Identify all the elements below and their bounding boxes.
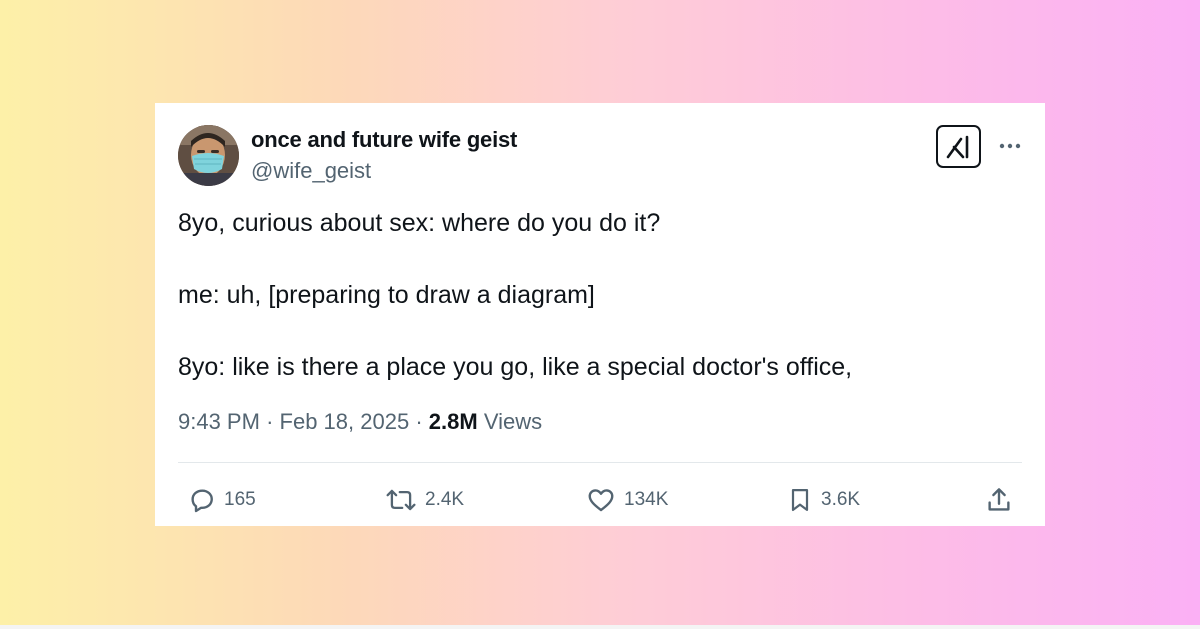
more-button[interactable] <box>995 131 1025 161</box>
repost-icon <box>386 489 416 511</box>
grok-button[interactable] <box>936 125 981 168</box>
tweet-time[interactable]: 9:43 PM <box>178 409 260 434</box>
views-count: 2.8M <box>428 409 478 434</box>
reply-button[interactable]: 165 <box>187 485 256 515</box>
reply-count: 165 <box>224 489 256 510</box>
tweet-card: once and future wife geist @wife_geist 8… <box>155 103 1045 526</box>
like-count: 134K <box>624 489 669 510</box>
more-icon <box>999 143 1021 149</box>
user-handle[interactable]: @wife_geist <box>251 158 371 184</box>
tweet-line: 8yo: like is there a place you go, like … <box>178 353 853 381</box>
display-name[interactable]: once and future wife geist <box>251 127 517 153</box>
like-button[interactable]: 134K <box>585 485 668 515</box>
share-icon <box>988 488 1010 511</box>
separator-dot: · <box>415 409 423 434</box>
tweet-metadata: 9:43 PM · Feb 18, 2025 · 2.8M Views <box>178 409 542 435</box>
repost-button[interactable]: 2.4K <box>384 485 464 515</box>
bookmark-count: 3.6K <box>821 489 861 510</box>
avatar[interactable] <box>178 125 239 186</box>
bottom-strip <box>0 625 1200 629</box>
bookmark-icon <box>791 488 809 512</box>
bookmark-button[interactable]: 3.6K <box>786 485 860 515</box>
tweet-text: 8yo, curious about sex: where do you do … <box>178 206 1018 384</box>
tweet-date[interactable]: Feb 18, 2025 <box>280 409 410 434</box>
tweet-line: 8yo, curious about sex: where do you do … <box>178 209 661 237</box>
share-button[interactable] <box>984 485 1014 515</box>
repost-count: 2.4K <box>425 489 465 510</box>
tweet-line: me: uh, [preparing to draw a diagram] <box>178 281 595 309</box>
heart-icon <box>588 489 614 512</box>
divider <box>178 462 1022 463</box>
reply-icon <box>191 489 213 513</box>
separator-dot: · <box>266 409 274 434</box>
views-label: Views <box>483 409 543 434</box>
grok-icon <box>946 135 968 158</box>
